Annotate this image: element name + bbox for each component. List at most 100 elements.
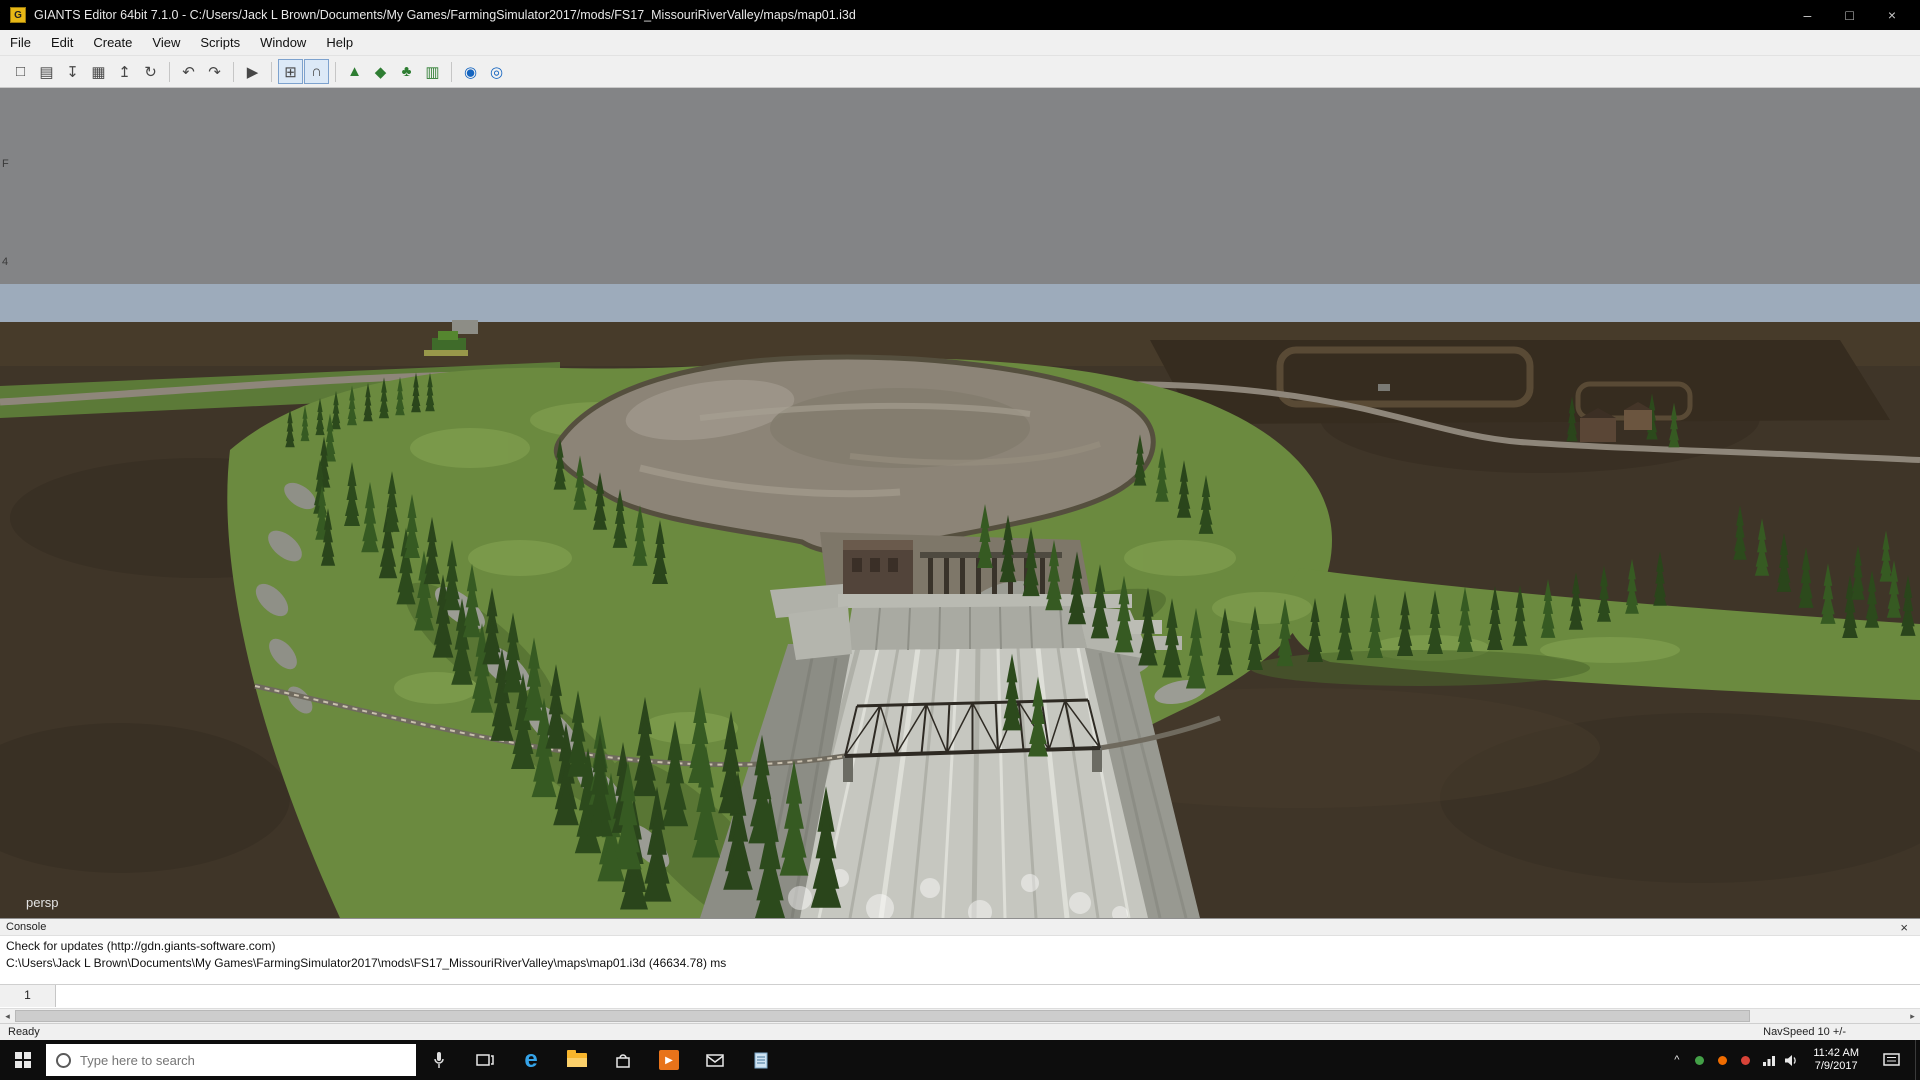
snap-rotate-icon: ∩ [311,63,322,80]
render-settings-button[interactable]: ◉ [458,59,483,84]
export-button[interactable]: ↥ [112,59,137,84]
terrain-foliage-button[interactable]: ♣ [394,59,419,84]
snap-translate-icon: ⊞ [284,63,297,81]
terrain-detail-button[interactable]: ▥ [420,59,445,84]
play-icon: ▶ [247,63,259,81]
viewport-3d-scene[interactable] [0,88,1920,918]
console-output: Check for updates (http://gdn.giants-sof… [0,936,1920,984]
menu-bar: File Edit Create View Scripts Window Hel… [0,30,1920,56]
tray-app-orange-icon[interactable] [1711,1040,1734,1080]
undo-icon: ↶ [182,63,195,81]
redo-button[interactable]: ↷ [202,59,227,84]
new-file-icon: □ [16,63,25,80]
viewport-edge-mark: 4 [2,256,8,268]
open-file-icon: ▤ [39,63,53,81]
scrollbar-thumb[interactable] [15,1010,1750,1022]
save-icon: ▦ [91,63,105,81]
console-line: C:\Users\Jack L Brown\Documents\My Games… [6,955,1914,972]
menu-edit[interactable]: Edit [41,31,83,54]
maximize-button[interactable]: □ [1845,7,1853,23]
window-title: GIANTS Editor 64bit 7.1.0 - C:/Users/Jac… [34,8,856,22]
import-button[interactable]: ↧ [60,59,85,84]
minimize-button[interactable]: – [1804,7,1812,23]
edge-icon[interactable]: e [508,1040,554,1080]
viewport-3d[interactable]: F 4 persp [0,88,1920,918]
action-center-icon[interactable] [1869,1040,1915,1080]
store-icon[interactable] [600,1040,646,1080]
menu-help[interactable]: Help [316,31,363,54]
snap-rotate-button[interactable]: ∩ [304,59,329,84]
console-title: Console [6,921,46,933]
script-line-number: 1 [0,985,56,1007]
horizontal-scrollbar[interactable]: ◂ ▸ [0,1008,1920,1023]
menu-create[interactable]: Create [83,31,142,54]
terrain-detail-icon: ▥ [425,63,439,81]
menu-file[interactable]: File [0,31,41,54]
script-editor-row: 1 [0,984,1920,1007]
menu-window[interactable]: Window [250,31,316,54]
terrain-foliage-icon: ♣ [402,63,412,80]
play-button[interactable]: ▶ [240,59,265,84]
taskbar: e ▶ ^ 11:42 AM [0,1040,1920,1080]
taskbar-search[interactable] [46,1044,416,1076]
scroll-right-arrow[interactable]: ▸ [1905,1011,1920,1022]
status-bar: Ready NavSpeed 10 +/- [0,1023,1920,1040]
camera-label: persp [26,895,59,910]
terrain-paint-button[interactable]: ◆ [368,59,393,84]
tray-app-green-icon[interactable] [1688,1040,1711,1080]
file-explorer-icon[interactable] [554,1040,600,1080]
console-close-button[interactable]: × [1894,920,1914,935]
movies-tv-icon[interactable]: ▶ [646,1040,692,1080]
giants-editor-window: G GIANTS Editor 64bit 7.1.0 - C:/Users/J… [0,0,1920,1080]
mail-icon[interactable] [692,1040,738,1080]
show-desktop-button[interactable] [1915,1040,1920,1080]
save-button[interactable]: ▦ [86,59,111,84]
menu-view[interactable]: View [142,31,190,54]
toolbar-separator [233,62,234,82]
system-tray: ^ 11:42 AM 7/9/2017 [1665,1040,1920,1080]
terrain-sculpt-button[interactable]: ▲ [342,59,367,84]
search-input[interactable] [80,1053,380,1068]
render-settings-icon: ◉ [464,63,477,81]
menu-scripts[interactable]: Scripts [190,31,250,54]
volume-icon[interactable] [1780,1040,1803,1080]
toolbar-separator [271,62,272,82]
console-header: Console × [0,919,1920,936]
terrain-sculpt-icon: ▲ [347,63,362,80]
viewport-edge-mark: F [2,158,9,170]
reload-button[interactable]: ↻ [138,59,163,84]
scroll-left-arrow[interactable]: ◂ [0,1011,15,1022]
close-button[interactable]: × [1888,7,1896,23]
toolbar-separator [335,62,336,82]
title-bar: G GIANTS Editor 64bit 7.1.0 - C:/Users/J… [0,0,1920,30]
window-controls: – □ × [1804,7,1910,23]
tray-app-red-icon[interactable] [1734,1040,1757,1080]
taskbar-clock[interactable]: 11:42 AM 7/9/2017 [1803,1047,1869,1073]
notepad-icon[interactable] [738,1040,784,1080]
microphone-icon[interactable] [416,1040,462,1080]
console-panel: Console × Check for updates (http://gdn.… [0,918,1920,1008]
toolbar-separator [169,62,170,82]
open-file-button[interactable]: ▤ [34,59,59,84]
clock-time: 11:42 AM [1813,1047,1859,1060]
shader-settings-button[interactable]: ◎ [484,59,509,84]
hidden-icons-chevron[interactable]: ^ [1665,1040,1688,1080]
terrain-paint-icon: ◆ [375,63,387,81]
network-icon[interactable] [1757,1040,1780,1080]
scrollbar-track[interactable] [15,1009,1905,1023]
vehicle-small[interactable] [1378,384,1390,391]
status-ready: Ready [8,1026,40,1038]
export-icon: ↥ [118,63,131,81]
undo-button[interactable]: ↶ [176,59,201,84]
windows-logo-icon [15,1052,31,1068]
app-icon: G [10,7,26,23]
new-file-button[interactable]: □ [8,59,33,84]
start-button[interactable] [0,1040,46,1080]
script-input-line[interactable] [56,985,1920,1007]
clock-date: 7/9/2017 [1813,1060,1859,1073]
snap-translate-button[interactable]: ⊞ [278,59,303,84]
task-view-icon[interactable] [462,1040,508,1080]
import-icon: ↧ [66,63,79,81]
search-circle-icon [56,1053,71,1068]
shader-settings-icon: ◎ [490,63,503,81]
